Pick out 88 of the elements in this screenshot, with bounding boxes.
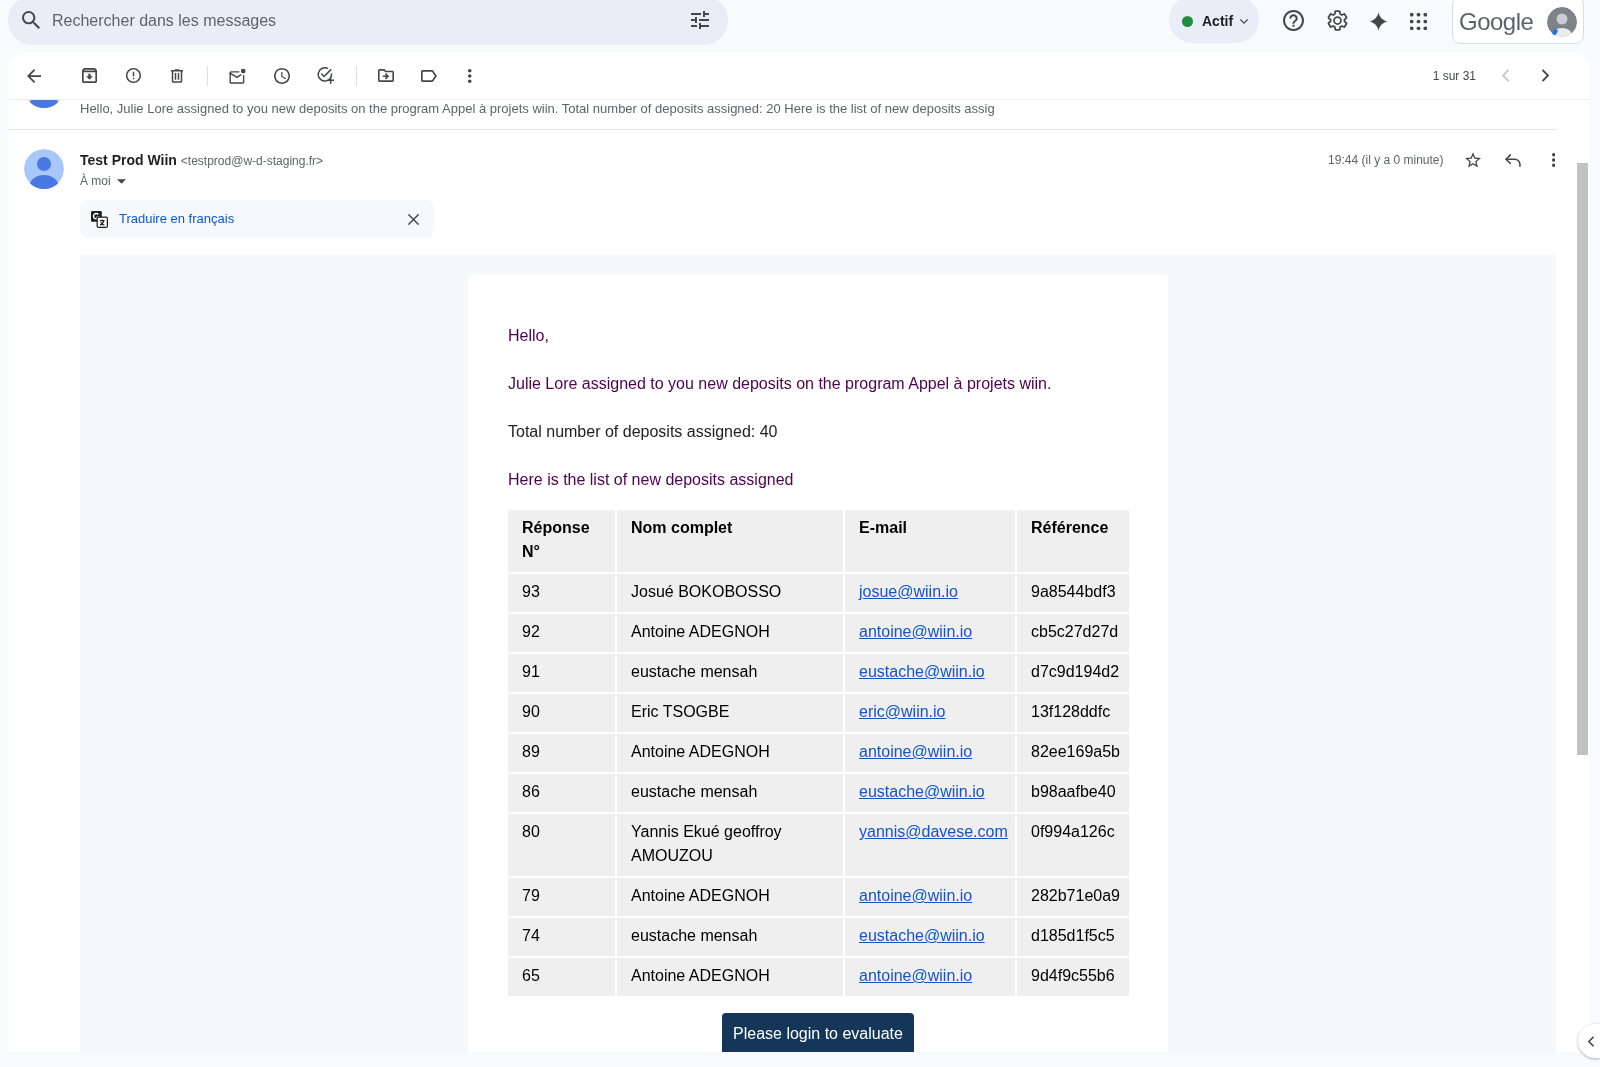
- table-cell: 9d4f9c55b6: [1017, 958, 1129, 996]
- search-field[interactable]: Rechercher dans les messages: [8, 0, 728, 45]
- sender-avatar: [24, 149, 64, 189]
- label-icon[interactable]: [421, 69, 437, 82]
- table-cell: eustache mensah: [617, 654, 843, 692]
- column-header: E-mail: [845, 510, 1015, 572]
- column-header: Référence: [1017, 510, 1129, 572]
- table-cell: 65: [508, 958, 615, 996]
- pager-text: 1 sur 31: [1432, 67, 1476, 85]
- email-link[interactable]: eric@wiin.io: [859, 703, 946, 720]
- mail-dot-icon[interactable]: [229, 67, 246, 84]
- email-link[interactable]: antoine@wiin.io: [859, 967, 973, 984]
- table-cell: 82ee169a5b: [1017, 734, 1129, 772]
- email-link[interactable]: antoine@wiin.io: [859, 887, 973, 904]
- email-link[interactable]: antoine@wiin.io: [859, 743, 973, 760]
- column-header: Réponse N°: [508, 510, 615, 572]
- clock-icon[interactable]: [274, 67, 290, 84]
- message-snippet[interactable]: Hello, Julie Lore assigned to you new deposits on the program Appel à projets wiin. Total number of deposits assigned: 20 Here is the list of new deposits assig: [80, 101, 995, 117]
- table-cell: 92: [508, 614, 615, 652]
- table-cell: Antoine ADEGNOH: [617, 734, 843, 772]
- account-button[interactable]: Google: [1452, 0, 1584, 44]
- more-icon[interactable]: [1551, 153, 1555, 167]
- table-cell: 89: [508, 734, 615, 772]
- table-cell: 90: [508, 694, 615, 732]
- sender-name: Test Prod Wiin: [80, 151, 177, 170]
- table-cell: 282b71e0a9: [1017, 878, 1129, 916]
- archive-icon[interactable]: [82, 68, 97, 83]
- close-icon[interactable]: [408, 213, 419, 225]
- caret-down-icon: [116, 178, 126, 184]
- alert-icon[interactable]: [126, 68, 141, 83]
- table-cell: Yannis Ekué geoffroy AMOUZOU: [617, 814, 843, 876]
- table-cell: cb5c27d27d: [1017, 614, 1129, 652]
- column-header: Nom complet: [617, 510, 843, 572]
- table-cell: d7c9d194d2: [1017, 654, 1129, 692]
- email-link[interactable]: antoine@wiin.io: [859, 623, 973, 640]
- help-icon[interactable]: [1283, 10, 1304, 31]
- table-cell: eustache mensah: [617, 774, 843, 812]
- chevron-left-icon: [1587, 1035, 1594, 1047]
- table-cell: 9a8544bdf3: [1017, 574, 1129, 612]
- table-cell: Antoine ADEGNOH: [617, 878, 843, 916]
- table-cell: 93: [508, 574, 615, 612]
- scrollbar-thumb[interactable]: [1577, 163, 1588, 755]
- message-time: 19:44 (il y a 0 minute): [1328, 152, 1444, 169]
- more-icon[interactable]: [468, 68, 472, 83]
- search-icon[interactable]: [22, 11, 40, 29]
- chevron-right-icon[interactable]: [1542, 69, 1549, 82]
- table-cell: 74: [508, 918, 615, 956]
- sender-email: <testprod@w-d-staging.fr>: [180, 153, 324, 170]
- back-arrow-icon[interactable]: [27, 68, 41, 83]
- table-cell: Antoine ADEGNOH: [617, 958, 843, 996]
- reply-icon[interactable]: [1504, 153, 1521, 167]
- apps-grid-icon[interactable]: [1410, 13, 1427, 30]
- status-button[interactable]: Actif: [1169, 0, 1259, 43]
- translate-icon: [91, 210, 108, 228]
- body-text: Total number of deposits assigned: 40: [508, 422, 779, 442]
- table-cell: Josué BOKOBOSSO: [617, 574, 843, 612]
- table-cell: 80: [508, 814, 615, 876]
- folder-arrow-icon[interactable]: [378, 69, 394, 82]
- filter-icon[interactable]: [691, 11, 709, 29]
- star-icon[interactable]: [1464, 152, 1481, 168]
- table-cell: 79: [508, 878, 615, 916]
- table-cell: 91: [508, 654, 615, 692]
- sparkle-icon[interactable]: [1369, 12, 1388, 31]
- table-cell: 86: [508, 774, 615, 812]
- check-plus-icon[interactable]: [317, 67, 334, 84]
- chevron-down-icon: [1240, 19, 1249, 24]
- email-link[interactable]: eustache@wiin.io: [859, 663, 985, 680]
- email-link[interactable]: josue@wiin.io: [859, 583, 958, 600]
- table-cell: 0f994a126c: [1017, 814, 1129, 876]
- translate-link[interactable]: Traduire en français: [119, 209, 235, 229]
- table-cell: Eric TSOGBE: [617, 694, 843, 732]
- account-avatar: [1547, 7, 1577, 37]
- email-link[interactable]: eustache@wiin.io: [859, 927, 985, 944]
- side-panel-toggle[interactable]: [1578, 1024, 1600, 1058]
- table-cell: eustache mensah: [617, 918, 843, 956]
- body-text: Julie Lore assigned to you new deposits on the program Appel à projets wiin.: [508, 374, 1052, 394]
- login-button[interactable]: Please login to evaluate: [722, 1013, 914, 1052]
- settings-icon[interactable]: [1327, 10, 1348, 31]
- delete-icon[interactable]: [171, 68, 183, 83]
- table-cell: d185d1f5c5: [1017, 918, 1129, 956]
- table-cell: b98aafbe40: [1017, 774, 1129, 812]
- table-cell: 13f128ddfc: [1017, 694, 1129, 732]
- recipient-dropdown[interactable]: À moi: [80, 171, 126, 191]
- body-text: Here is the list of new deposits assigned: [508, 470, 795, 490]
- email-link[interactable]: yannis@davese.com: [859, 823, 1008, 840]
- body-text: Hello,: [508, 326, 550, 346]
- email-link[interactable]: eustache@wiin.io: [859, 783, 985, 800]
- table-cell: Antoine ADEGNOH: [617, 614, 843, 652]
